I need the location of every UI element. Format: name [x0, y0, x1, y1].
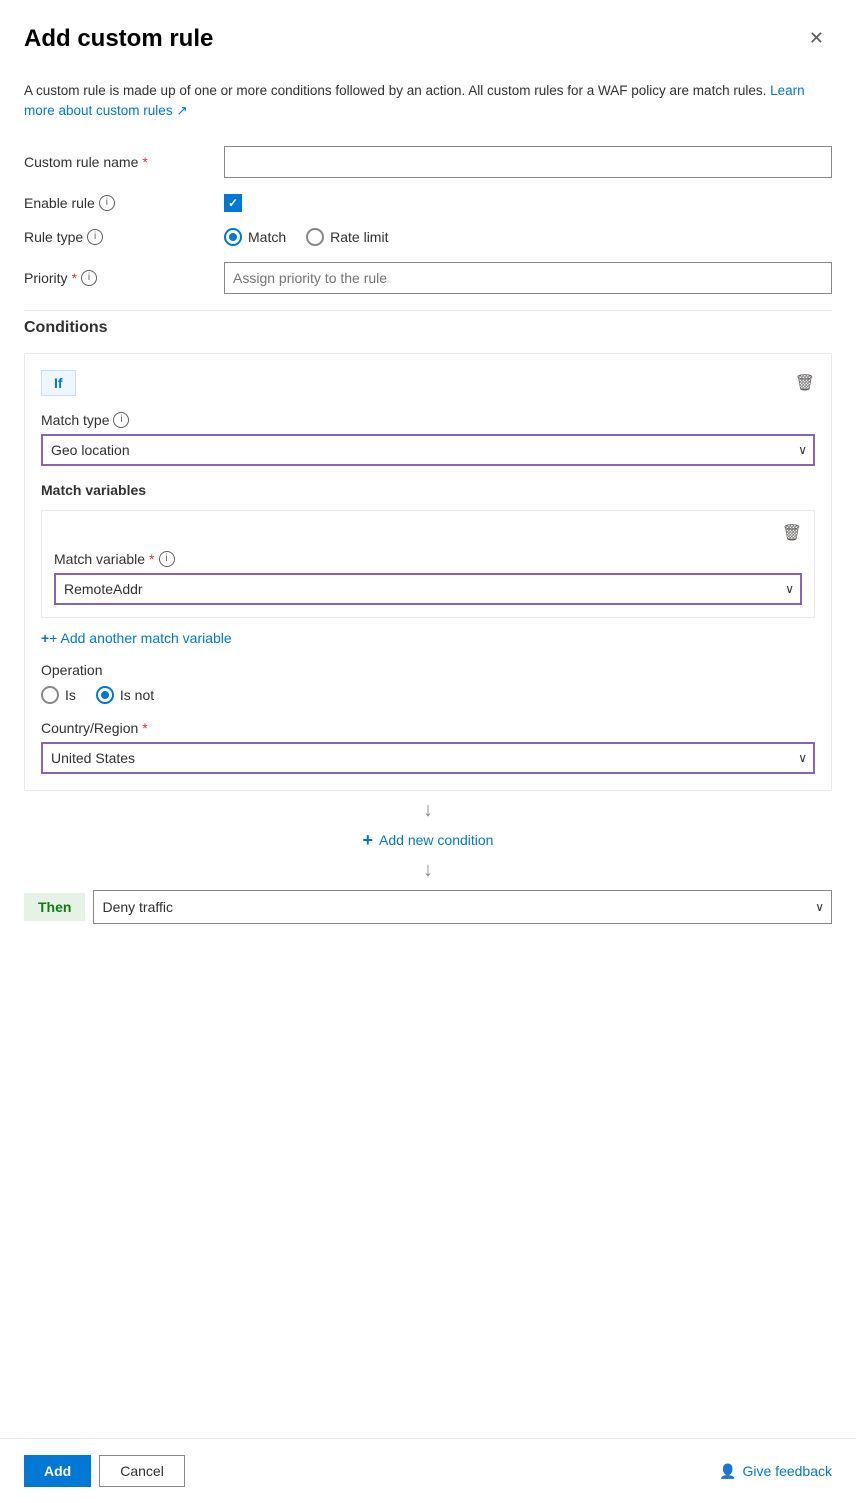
add-condition-label: Add new condition	[379, 832, 493, 848]
match-variable-select[interactable]: RemoteAddr RequestMethod QueryString Req…	[54, 573, 802, 605]
required-indicator: *	[142, 154, 147, 170]
country-region-select[interactable]: United States Canada United Kingdom Germ…	[41, 742, 815, 774]
match-type-select[interactable]: Geo location IP address Request method R…	[41, 434, 815, 466]
is-not-radio-circle[interactable]	[96, 686, 114, 704]
priority-info-icon: i	[81, 270, 97, 286]
add-new-condition-button[interactable]: + Add new condition	[24, 830, 832, 851]
match-variable-select-wrapper: RemoteAddr RequestMethod QueryString Req…	[54, 573, 802, 605]
operation-label: Operation	[41, 662, 815, 678]
panel-title: Add custom rule	[24, 25, 213, 53]
rule-type-radio-group: Match Rate limit	[224, 228, 832, 246]
match-variables-title: Match variables	[41, 482, 815, 498]
add-button[interactable]: Add	[24, 1455, 91, 1487]
rate-limit-radio-circle[interactable]	[306, 228, 324, 246]
if-badge: If	[41, 370, 76, 396]
match-type-select-wrapper: Geo location IP address Request method R…	[41, 434, 815, 466]
delete-condition-icon[interactable]: 🗑	[795, 373, 815, 393]
conditions-title: Conditions	[24, 319, 832, 337]
is-radio-circle[interactable]	[41, 686, 59, 704]
condition-header: If 🗑	[41, 370, 815, 396]
enable-rule-info-icon: i	[99, 195, 115, 211]
rate-limit-radio-option[interactable]: Rate limit	[306, 228, 388, 246]
delete-match-variable-icon[interactable]: 🗑	[782, 523, 802, 543]
is-radio-label: Is	[65, 687, 76, 703]
custom-rule-name-label: Custom rule name *	[24, 154, 224, 170]
condition-box: If 🗑 Match type i Geo location IP addres…	[24, 353, 832, 791]
panel-header: Add custom rule ✕	[0, 0, 856, 65]
arrow-down-2-icon: ↓	[24, 859, 832, 882]
then-row: Then Deny traffic Allow traffic Log Redi…	[24, 890, 832, 924]
enable-rule-label: Enable rule i	[24, 195, 224, 211]
rule-type-row: Rule type i Match Rate limit	[24, 228, 832, 246]
then-action-select-wrapper: Deny traffic Allow traffic Log Redirect …	[93, 890, 832, 924]
match-radio-circle[interactable]	[224, 228, 242, 246]
country-required: *	[142, 720, 147, 736]
match-variable-info-icon: i	[159, 551, 175, 567]
panel-footer: Add Cancel 👤 Give feedback	[0, 1438, 856, 1503]
priority-input-wrap	[224, 262, 832, 294]
close-button[interactable]: ✕	[801, 24, 832, 53]
country-region-select-wrapper: United States Canada United Kingdom Germ…	[41, 742, 815, 774]
priority-input[interactable]	[224, 262, 832, 294]
add-variable-plus-icon: +	[41, 630, 49, 646]
external-link-icon: ↗	[176, 103, 187, 118]
add-condition-plus-icon: +	[363, 830, 374, 851]
panel-body: A custom rule is made up of one or more …	[0, 65, 856, 1438]
give-feedback-link[interactable]: 👤 Give feedback	[719, 1463, 832, 1480]
form-divider	[24, 310, 832, 311]
rule-type-info-icon: i	[87, 229, 103, 245]
custom-rule-name-row: Custom rule name *	[24, 146, 832, 178]
is-radio-option[interactable]: Is	[41, 686, 76, 704]
operation-radio-group: Is Is not	[41, 686, 815, 704]
then-action-select[interactable]: Deny traffic Allow traffic Log Redirect	[93, 890, 832, 924]
enable-rule-checkbox[interactable]	[224, 194, 242, 212]
feedback-person-icon: 👤	[719, 1463, 736, 1480]
match-type-section: Match type i Geo location IP address Req…	[41, 412, 815, 466]
panel-description: A custom rule is made up of one or more …	[24, 81, 832, 122]
enable-rule-row: Enable rule i	[24, 194, 832, 212]
custom-rule-name-input[interactable]	[224, 146, 832, 178]
cancel-button[interactable]: Cancel	[99, 1455, 185, 1487]
priority-required-indicator: *	[72, 270, 77, 286]
feedback-label: Give feedback	[743, 1463, 833, 1479]
add-custom-rule-panel: Add custom rule ✕ A custom rule is made …	[0, 0, 856, 1503]
is-not-radio-label: Is not	[120, 687, 154, 703]
priority-row: Priority * i	[24, 262, 832, 294]
match-variable-field-label: Match variable * i	[54, 551, 802, 567]
enable-rule-checkbox-wrap	[224, 194, 832, 212]
rule-type-options: Match Rate limit	[224, 228, 832, 246]
match-variable-required: *	[149, 551, 154, 567]
rule-type-label: Rule type i	[24, 229, 224, 245]
country-region-field-label: Country/Region *	[41, 720, 815, 736]
arrow-down-icon: ↓	[24, 799, 832, 822]
priority-label: Priority * i	[24, 270, 224, 286]
rate-limit-radio-label: Rate limit	[330, 229, 388, 245]
match-variable-box: 🗑 Match variable * i RemoteAddr RequestM…	[41, 510, 815, 618]
match-type-info-icon: i	[113, 412, 129, 428]
add-match-variable-link[interactable]: + + Add another match variable	[41, 630, 232, 646]
is-not-radio-option[interactable]: Is not	[96, 686, 154, 704]
then-badge: Then	[24, 893, 85, 921]
match-radio-label: Match	[248, 229, 286, 245]
footer-actions: Add Cancel	[24, 1455, 185, 1487]
match-radio-option[interactable]: Match	[224, 228, 286, 246]
country-region-section: Country/Region * United States Canada Un…	[41, 720, 815, 774]
custom-rule-name-wrap	[224, 146, 832, 178]
match-type-field-label: Match type i	[41, 412, 815, 428]
operation-section: Operation Is Is not	[41, 662, 815, 704]
